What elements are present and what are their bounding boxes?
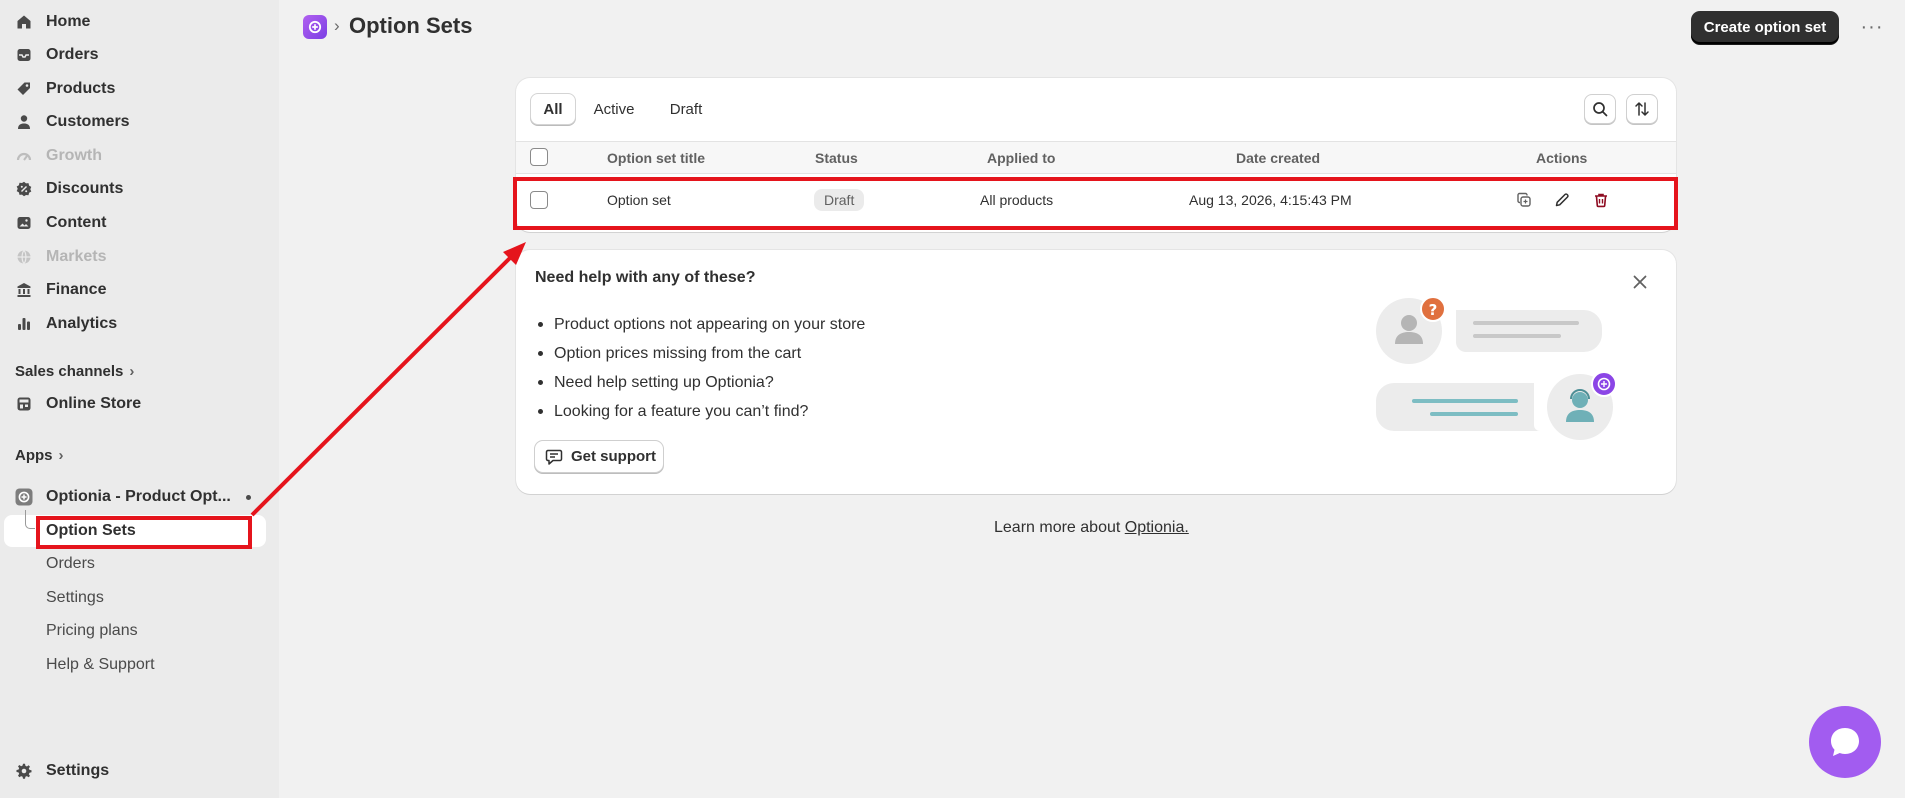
gauge-icon [15, 147, 33, 165]
learn-more-prefix: Learn more about [994, 519, 1125, 536]
search-button[interactable] [1584, 94, 1616, 124]
help-topic-item: Looking for a feature you can’t find? [535, 397, 865, 426]
get-support-label: Get support [571, 448, 656, 465]
chat-icon [1827, 724, 1863, 760]
sidebar-item-label: Analytics [46, 315, 118, 332]
pin-dot-icon [246, 495, 251, 500]
tab-all[interactable]: All [530, 93, 576, 125]
gear-icon [15, 762, 33, 780]
more-actions-button[interactable]: ··· [1858, 14, 1886, 40]
sidebar-item-markets: Markets [0, 242, 270, 272]
sidebar-subitem-orders[interactable]: Orders [46, 551, 95, 577]
orders-inbox-icon [15, 46, 33, 64]
sidebar-item-label: Orders [46, 46, 99, 63]
sidebar-item-analytics[interactable]: Analytics [0, 309, 270, 339]
optionia-link[interactable]: Optionia. [1125, 519, 1189, 536]
apps-label: Apps [15, 446, 53, 464]
sidebar-item-app-optionia[interactable]: Optionia - Product Opt... [0, 482, 270, 512]
sidebar-item-settings[interactable]: Settings [0, 756, 270, 786]
column-header-title: Option set title [607, 150, 705, 166]
sidebar-item-discounts[interactable]: Discounts [0, 174, 270, 204]
bank-icon [15, 281, 33, 299]
breadcrumb-separator: › [334, 16, 340, 35]
annotation-highlight-row [513, 177, 1678, 230]
image-icon [15, 214, 33, 232]
chat-bubble-icon [545, 448, 563, 466]
sidebar-item-label: Customers [46, 113, 130, 130]
sort-arrows-icon [1634, 101, 1650, 117]
optionia-app-icon [15, 488, 33, 506]
help-topic-item: Product options not appearing on your st… [535, 310, 865, 339]
help-topic-item: Option prices missing from the cart [535, 339, 865, 368]
discount-icon [15, 180, 33, 198]
tab-draft[interactable]: Draft [656, 93, 716, 125]
sidebar-item-products[interactable]: Products [0, 74, 270, 104]
chat-launcher-button[interactable] [1809, 706, 1881, 778]
sidebar-subitem-settings[interactable]: Settings [46, 585, 104, 611]
globe-icon [15, 248, 33, 266]
sidebar-item-growth: Growth [0, 141, 270, 171]
column-header-date-created: Date created [1236, 150, 1321, 166]
sidebar-subitem-pricing-plans[interactable]: Pricing plans [46, 618, 138, 644]
column-header-actions: Actions [1536, 150, 1588, 166]
close-icon [1630, 272, 1650, 292]
person-icon [15, 113, 33, 131]
apps-header[interactable]: Apps › [15, 444, 64, 466]
sidebar-item-orders[interactable]: Orders [0, 40, 270, 70]
get-support-button[interactable]: Get support [534, 440, 664, 473]
sidebar-item-content[interactable]: Content [0, 208, 270, 238]
sidebar-item-label: Optionia - Product Opt... [46, 488, 231, 505]
optionia-app-icon[interactable] [303, 15, 327, 39]
search-icon [1592, 101, 1608, 117]
sidebar-item-label: Settings [46, 762, 110, 779]
store-icon [15, 395, 33, 413]
sidebar-item-label: Markets [46, 248, 107, 265]
svg-text:?: ? [1429, 301, 1438, 319]
sidebar-item-label: Growth [46, 147, 102, 164]
column-header-status: Status [815, 150, 858, 166]
tree-connector [25, 510, 35, 529]
sidebar-item-label: Discounts [46, 180, 124, 197]
page-title: Option Sets [349, 13, 473, 38]
sort-button[interactable] [1626, 94, 1658, 124]
sidebar-item-label: Products [46, 80, 116, 97]
sidebar-item-label: Home [46, 13, 91, 30]
sidebar-item-home[interactable]: Home [0, 7, 270, 37]
learn-more-text: Learn more about Optionia. [994, 519, 1189, 537]
dismiss-help-button[interactable] [1630, 272, 1650, 292]
sales-channels-label: Sales channels [15, 362, 124, 380]
table-header: Option set title Status Applied to Date … [516, 141, 1676, 174]
help-card: Need help with any of these? Product opt… [516, 250, 1676, 494]
tag-icon [15, 80, 33, 98]
sidebar-item-online-store[interactable]: Online Store [0, 389, 270, 419]
support-chat-illustration: ? [1376, 298, 1626, 448]
sidebar: Home Orders Products Customers Growth Di… [0, 0, 279, 798]
sidebar-item-finance[interactable]: Finance [0, 275, 270, 305]
bar-chart-icon [15, 315, 33, 333]
sidebar-item-label: Content [46, 214, 107, 231]
help-topics-list: Product options not appearing on your st… [535, 310, 865, 426]
sales-channels-header[interactable]: Sales channels › [15, 360, 134, 382]
help-topic-item: Need help setting up Optionia? [535, 368, 865, 397]
sidebar-item-customers[interactable]: Customers [0, 107, 270, 137]
chevron-right-icon: › [129, 362, 135, 380]
sidebar-item-label: Finance [46, 281, 107, 298]
select-all-checkbox[interactable] [530, 148, 548, 166]
chevron-right-icon: › [58, 446, 64, 464]
help-card-title: Need help with any of these? [535, 269, 756, 286]
sidebar-item-label: Online Store [46, 395, 142, 412]
create-option-set-button[interactable]: Create option set [1691, 11, 1839, 44]
home-icon [15, 13, 33, 31]
tab-active[interactable]: Active [582, 93, 646, 125]
annotation-highlight-nav [36, 516, 252, 549]
column-header-applied-to: Applied to [987, 150, 1056, 166]
sidebar-subitem-help-support[interactable]: Help & Support [46, 652, 155, 678]
